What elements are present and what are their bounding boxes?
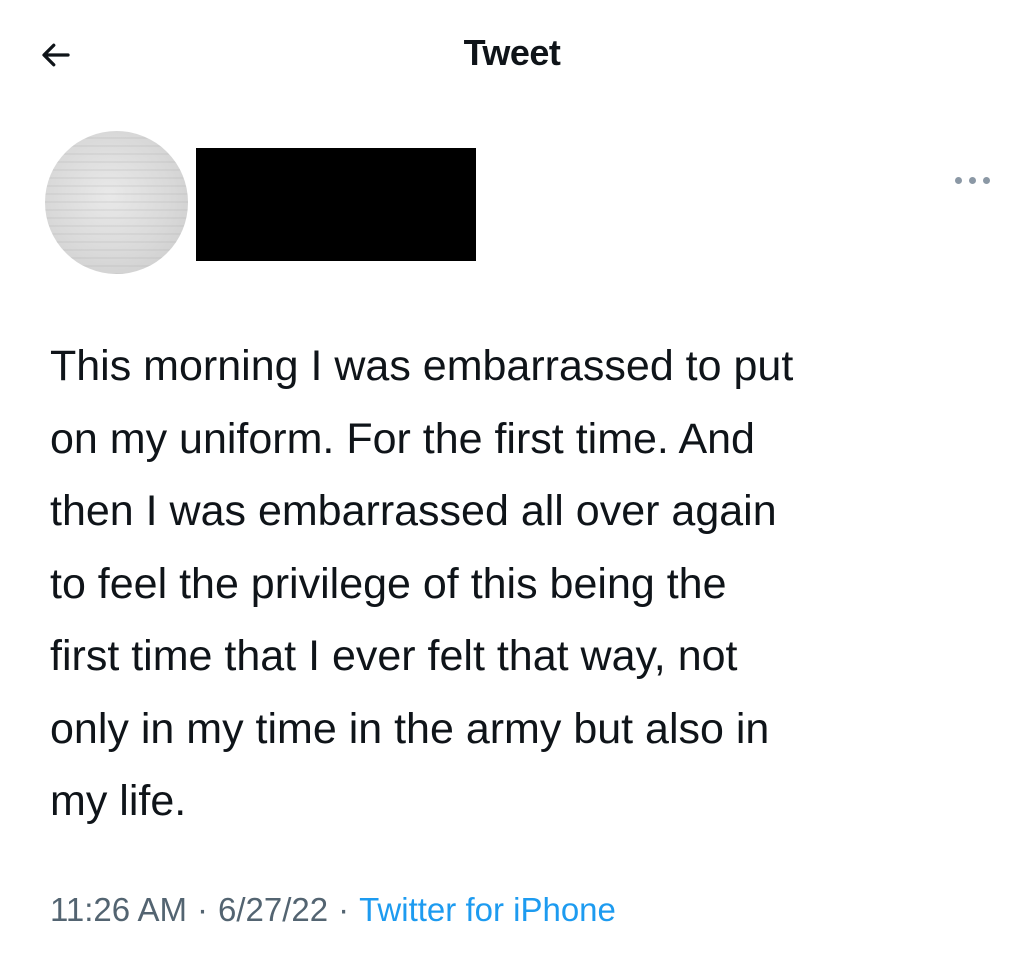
more-options-button[interactable] (945, 165, 1001, 195)
tweet-source-link[interactable]: Twitter for iPhone (359, 891, 616, 928)
separator: · (338, 891, 350, 928)
top-bar: Tweet (0, 0, 1024, 110)
tweet-metadata: 11:26 AM · 6/27/22 · Twitter for iPhone (50, 888, 616, 932)
more-horizontal-icon (983, 177, 990, 184)
avatar[interactable] (45, 131, 188, 274)
page-title: Tweet (463, 32, 561, 73)
tweet-time[interactable]: 11:26 AM (50, 891, 187, 928)
tweet-text: This morning I was embarrassed to put on… (50, 342, 794, 825)
separator: · (196, 891, 208, 928)
redacted-author-name (196, 148, 476, 261)
more-horizontal-icon (955, 177, 962, 184)
tweet-date[interactable]: 6/27/22 (218, 891, 328, 928)
more-horizontal-icon (969, 177, 976, 184)
